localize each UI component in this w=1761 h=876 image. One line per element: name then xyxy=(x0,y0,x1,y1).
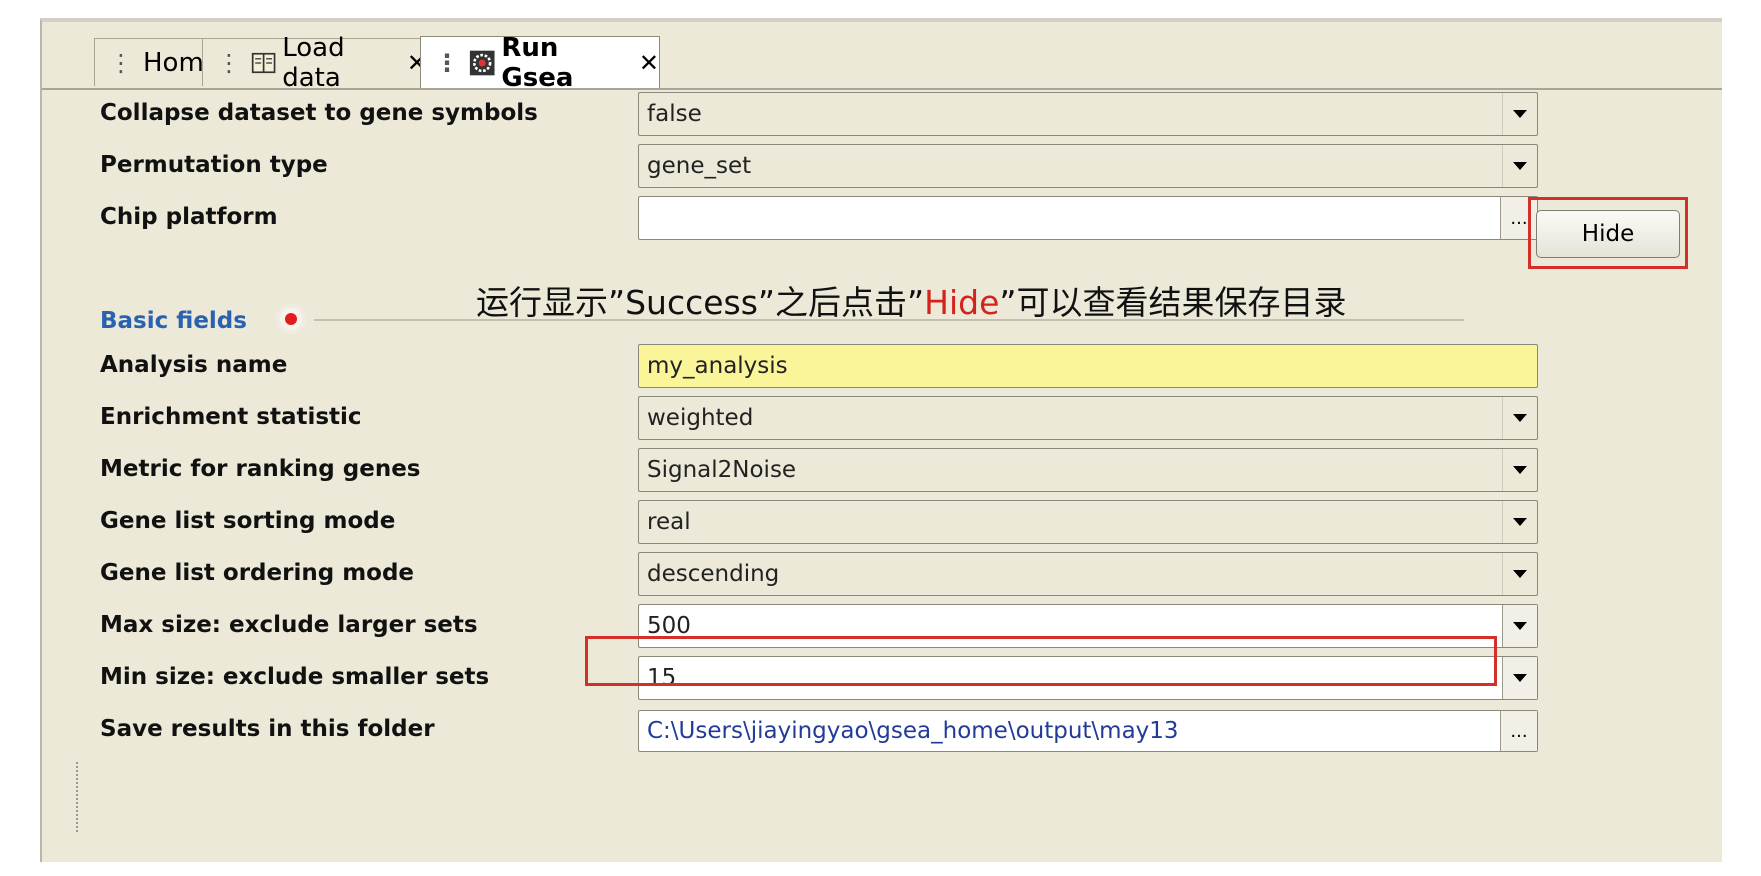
field-label: Max size: exclude larger sets xyxy=(100,612,478,638)
ranking-metric-dropdown[interactable]: Signal2Noise xyxy=(638,448,1538,492)
field-label: Collapse dataset to gene symbols xyxy=(100,100,538,126)
field-label: Min size: exclude smaller sets xyxy=(100,664,490,690)
save-folder-field[interactable]: C:\Users\jiayingyao\gsea_home\output\may… xyxy=(638,710,1538,752)
field-label: Metric for ranking genes xyxy=(100,456,421,482)
dropdown-value: real xyxy=(647,509,691,535)
field-label: Gene list ordering mode xyxy=(100,560,415,586)
tab-home[interactable]: ⋮ Home xyxy=(94,38,220,86)
tab-grip-icon: ⋮ xyxy=(435,48,459,77)
field-label: Enrichment statistic xyxy=(100,404,362,430)
run-gsea-panel: Collapse dataset to gene symbols false P… xyxy=(48,90,1704,860)
dropdown-value: gene_set xyxy=(647,153,752,179)
book-icon xyxy=(251,52,276,73)
section-marker-icon xyxy=(280,308,302,330)
chevron-down-icon[interactable] xyxy=(1502,93,1537,135)
sorting-mode-dropdown[interactable]: real xyxy=(638,500,1538,544)
collapse-dataset-dropdown[interactable]: false xyxy=(638,92,1538,136)
chevron-down-icon[interactable] xyxy=(1502,501,1537,543)
dropdown-value: weighted xyxy=(647,405,754,431)
field-label: Analysis name xyxy=(100,352,288,378)
ordering-mode-dropdown[interactable]: descending xyxy=(638,552,1538,596)
chevron-down-icon[interactable] xyxy=(1502,449,1537,491)
field-label: Chip platform xyxy=(100,204,278,230)
chevron-down-icon[interactable] xyxy=(1502,657,1537,699)
annotation-suffix: ”可以查看结果保存目录 xyxy=(999,283,1347,322)
chevron-down-icon[interactable] xyxy=(1502,605,1537,647)
annotation-highlight: Hide xyxy=(924,283,1000,322)
browse-button[interactable]: ... xyxy=(1500,711,1537,751)
chevron-down-icon[interactable] xyxy=(1502,145,1537,187)
gsea-window: ⋮ Home ⋮ Load data ✕ ⋮ Run Gsea ✕ Collap… xyxy=(40,18,1722,862)
enrichment-statistic-dropdown[interactable]: weighted xyxy=(638,396,1538,440)
hide-button[interactable]: Hide xyxy=(1536,210,1680,258)
field-label: Permutation type xyxy=(100,152,328,178)
tab-load-data-label: Load data xyxy=(282,32,345,93)
chip-platform-field[interactable]: ... xyxy=(638,196,1538,240)
analysis-name-input[interactable]: my_analysis xyxy=(638,344,1538,388)
tab-grip-icon: ⋮ xyxy=(109,48,133,77)
resize-grip[interactable] xyxy=(76,762,82,832)
chevron-down-icon[interactable] xyxy=(1502,397,1537,439)
dropdown-value: Signal2Noise xyxy=(647,457,797,483)
field-label: Gene list sorting mode xyxy=(100,508,396,534)
chevron-down-icon[interactable] xyxy=(1502,553,1537,595)
annotation-text: 运行显示”Success”之后点击”Hide”可以查看结果保存目录 xyxy=(476,276,1346,324)
tab-bar: ⋮ Home ⋮ Load data ✕ ⋮ Run Gsea ✕ xyxy=(42,22,1722,93)
permutation-type-dropdown[interactable]: gene_set xyxy=(638,144,1538,188)
tab-run-gsea[interactable]: ⋮ Run Gsea ✕ xyxy=(420,33,660,93)
field-label: Save results in this folder xyxy=(100,716,435,742)
folder-path-value: C:\Users\jiayingyao\gsea_home\output\may… xyxy=(647,718,1179,744)
close-icon[interactable]: ✕ xyxy=(639,49,659,77)
section-title-basic-fields[interactable]: Basic fields xyxy=(100,308,247,334)
dropdown-value: false xyxy=(647,101,702,127)
input-value: my_analysis xyxy=(647,353,788,379)
tab-grip-icon: ⋮ xyxy=(217,48,241,77)
tab-load-data[interactable]: ⋮ Load data ✕ xyxy=(202,33,428,93)
annotation-prefix: 运行显示”Success”之后点击” xyxy=(476,283,925,322)
gear-icon xyxy=(469,50,495,75)
highlight-box-save-folder xyxy=(585,636,1497,686)
dropdown-value: descending xyxy=(647,561,780,587)
tab-run-gsea-label: Run Gsea xyxy=(501,32,574,93)
